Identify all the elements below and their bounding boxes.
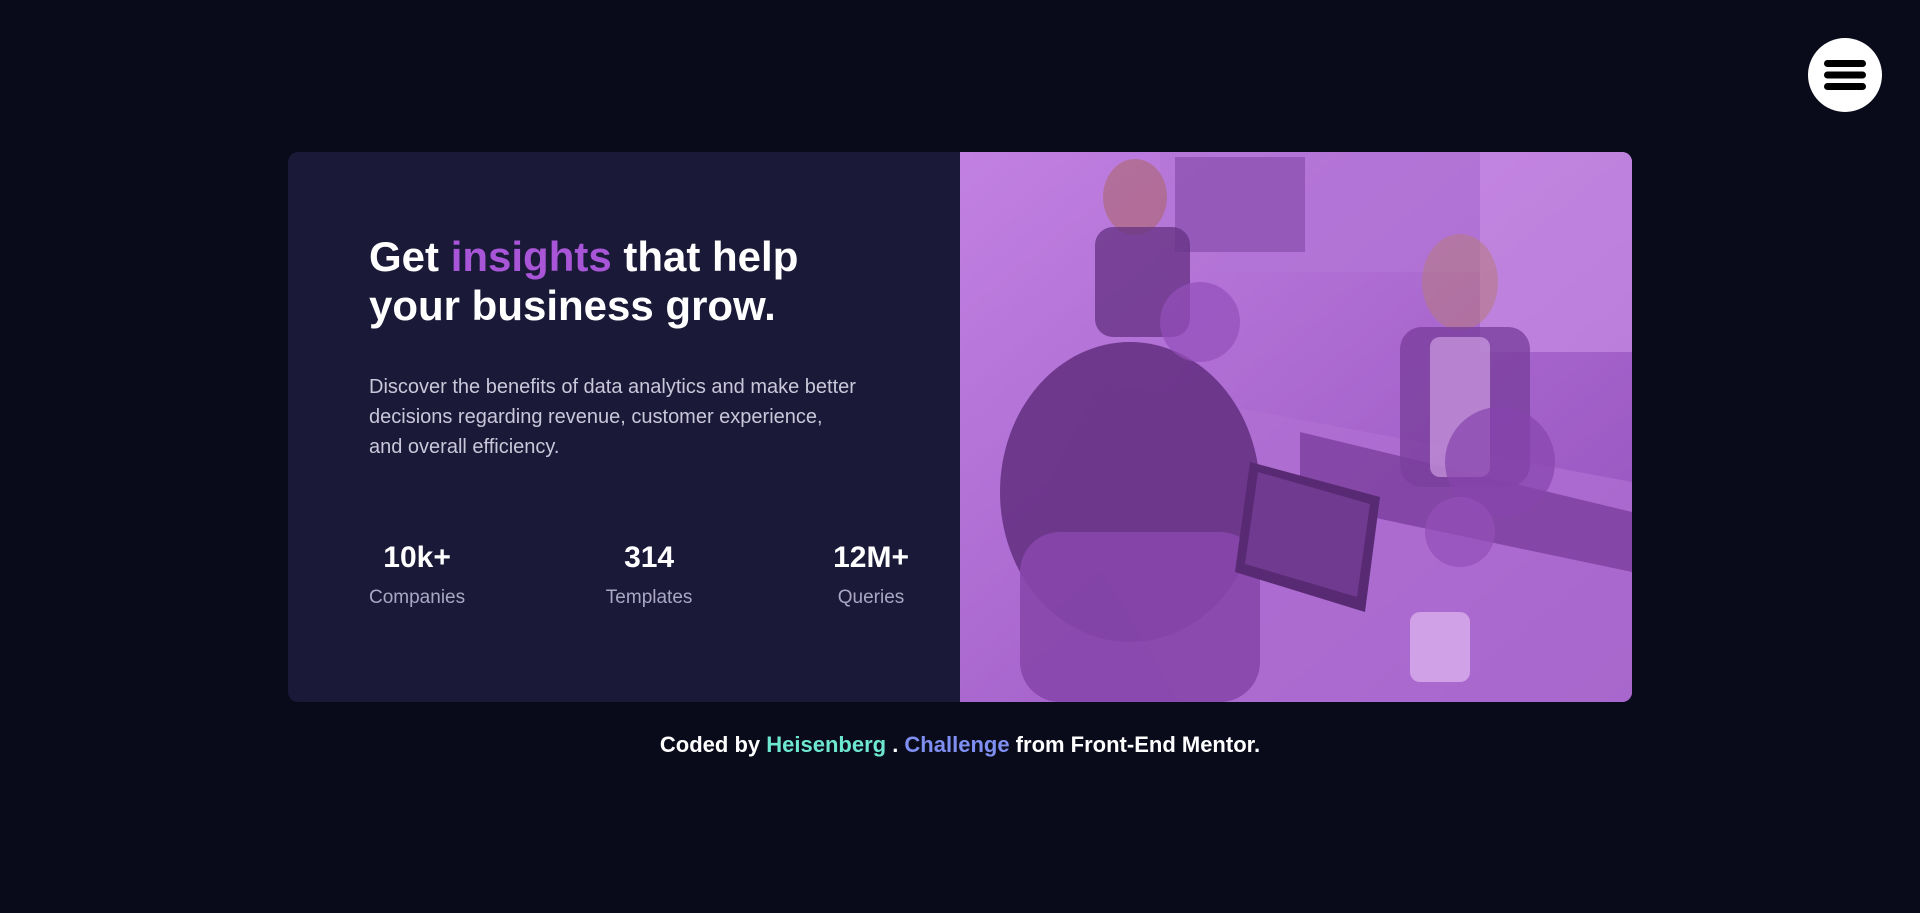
footer-suffix: from Front-End Mentor. xyxy=(1009,732,1261,757)
title-highlight: insights xyxy=(450,233,612,280)
description-text: Discover the benefits of data analytics … xyxy=(369,376,856,458)
insights-card: Get insights that help your business gro… xyxy=(288,152,1632,702)
page-title: Get insights that help your business gro… xyxy=(369,232,889,330)
footer-prefix: Coded by xyxy=(659,732,767,757)
stat-label: Queries xyxy=(837,587,905,608)
stat-label: Companies xyxy=(369,587,466,608)
card-text-panel: Get insights that help your business gro… xyxy=(288,152,960,702)
stats-row: 10k+ Companies 314 Templates 12M+ Querie… xyxy=(369,540,909,610)
title-part-1: Get xyxy=(369,233,451,280)
stat-value: 12M+ xyxy=(833,541,909,574)
author-link[interactable]: Heisenberg xyxy=(766,732,886,757)
stat-templates: 314 Templates xyxy=(606,540,693,610)
menu-button[interactable] xyxy=(1808,38,1882,112)
attribution-footer: Coded by Heisenberg . Challenge from Fro… xyxy=(0,728,1920,762)
stat-companies: 10k+ Companies xyxy=(369,540,465,610)
stat-label: Templates xyxy=(605,587,693,608)
hamburger-menu-icon xyxy=(1824,60,1866,90)
stat-value: 10k+ xyxy=(383,541,451,574)
challenge-link[interactable]: Challenge xyxy=(904,732,1009,757)
footer-separator: . xyxy=(886,732,905,757)
stat-value: 314 xyxy=(624,541,675,574)
office-team-illustration xyxy=(960,152,1632,702)
stat-queries: 12M+ Queries xyxy=(833,540,909,610)
office-team-image xyxy=(960,152,1632,702)
